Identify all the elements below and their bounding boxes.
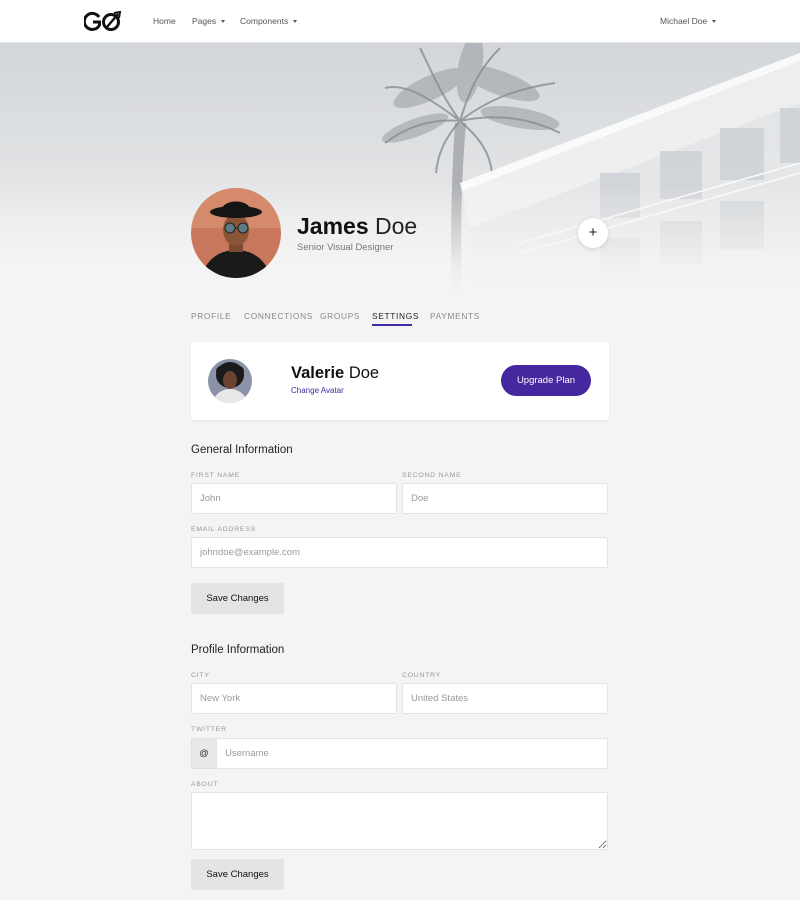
about-label: ABOUT bbox=[191, 781, 219, 788]
chevron-down-icon bbox=[221, 20, 226, 23]
account-last-name: Doe bbox=[348, 364, 380, 382]
plus-icon: + bbox=[588, 224, 598, 241]
profile-last-name: Doe bbox=[375, 213, 418, 239]
nav-pages-label: Pages bbox=[192, 16, 217, 26]
general-information-heading: General Information bbox=[191, 444, 293, 456]
profile-information-heading: Profile Information bbox=[191, 644, 285, 656]
chevron-down-icon bbox=[712, 20, 717, 23]
country-label: COUNTRY bbox=[402, 672, 442, 679]
save-general-button[interactable]: Save Changes bbox=[191, 583, 284, 614]
tab-settings[interactable]: SETTINGS bbox=[372, 311, 419, 321]
active-tab-indicator bbox=[372, 324, 412, 326]
account-name: Valerie Doe bbox=[291, 364, 379, 383]
hero-cover-image bbox=[0, 43, 800, 300]
twitter-at-prefix: @ bbox=[191, 738, 216, 769]
account-first-name: Valerie bbox=[291, 364, 345, 382]
twitter-username-input[interactable] bbox=[216, 738, 608, 769]
nav-components-label: Components bbox=[240, 16, 289, 26]
city-label: CITY bbox=[191, 672, 210, 679]
tab-connections[interactable]: CONNECTIONS bbox=[244, 311, 313, 321]
logo-icon bbox=[82, 10, 122, 31]
email-input[interactable] bbox=[191, 537, 608, 568]
account-avatar[interactable] bbox=[208, 359, 252, 403]
hero-gradient-overlay bbox=[0, 43, 800, 300]
country-input[interactable] bbox=[402, 683, 608, 714]
about-textarea[interactable] bbox=[191, 792, 608, 850]
avatar-portrait-image bbox=[191, 188, 281, 278]
profile-first-name: James bbox=[297, 213, 369, 239]
user-menu-label: Michael Doe bbox=[660, 16, 708, 26]
nav-home-link[interactable]: Home bbox=[153, 16, 176, 26]
account-card: Valerie Doe Change Avatar Upgrade Plan bbox=[191, 342, 609, 420]
second-name-label: SECOND NAME bbox=[402, 472, 462, 479]
logo[interactable] bbox=[82, 10, 122, 33]
first-name-input[interactable] bbox=[191, 483, 397, 514]
nav-pages-dropdown[interactable]: Pages bbox=[192, 16, 226, 26]
profile-job-title: Senior Visual Designer bbox=[297, 242, 394, 253]
user-menu-dropdown[interactable]: Michael Doe bbox=[660, 16, 717, 26]
change-avatar-link[interactable]: Change Avatar bbox=[291, 386, 344, 395]
email-label: EMAIL ADDRESS bbox=[191, 526, 256, 533]
nav-components-dropdown[interactable]: Components bbox=[240, 16, 298, 26]
tab-profile[interactable]: PROFILE bbox=[191, 311, 231, 321]
navbar: Home Pages Components Michael Doe bbox=[0, 0, 800, 43]
first-name-label: FIRST NAME bbox=[191, 472, 241, 479]
twitter-label: TWITTER bbox=[191, 726, 227, 733]
tab-payments[interactable]: PAYMENTS bbox=[430, 311, 480, 321]
upgrade-plan-button[interactable]: Upgrade Plan bbox=[501, 365, 591, 396]
chevron-down-icon bbox=[293, 20, 298, 23]
profile-name: James Doe bbox=[297, 213, 417, 240]
save-profile-button[interactable]: Save Changes bbox=[191, 859, 284, 890]
city-input[interactable] bbox=[191, 683, 397, 714]
tab-groups[interactable]: GROUPS bbox=[320, 311, 360, 321]
avatar-portrait-image bbox=[208, 359, 252, 403]
second-name-input[interactable] bbox=[402, 483, 608, 514]
add-button[interactable]: + bbox=[578, 218, 608, 248]
profile-avatar bbox=[191, 188, 281, 278]
